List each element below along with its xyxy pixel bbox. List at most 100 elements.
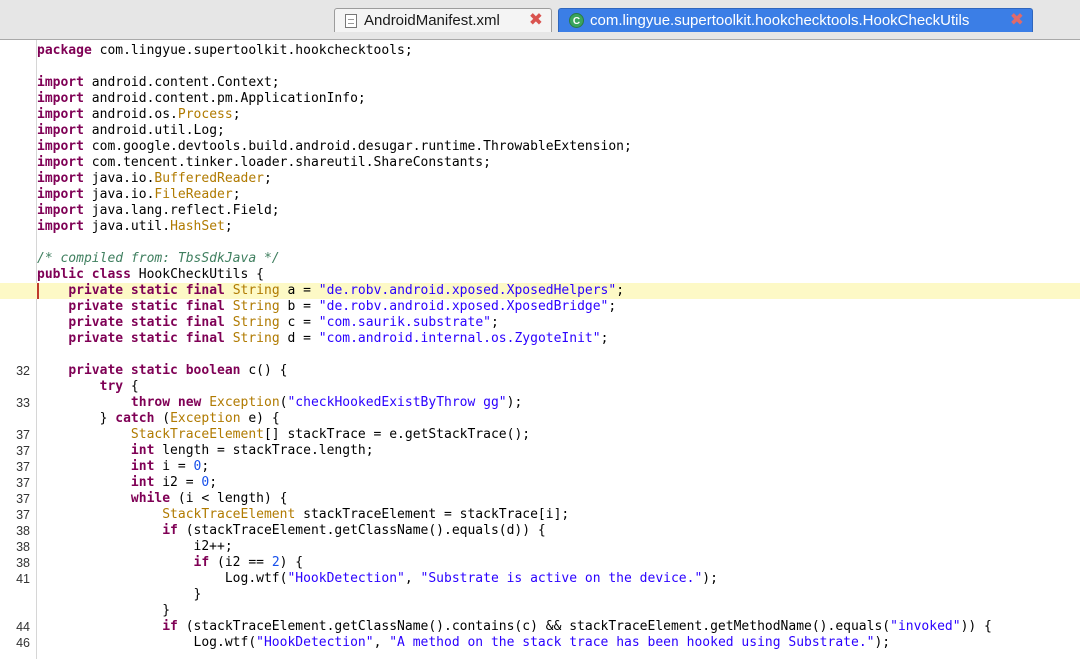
code-line[interactable]: 38 if (i2 == 2) { <box>0 555 1080 571</box>
code-line[interactable]: 44 if (stackTraceElement.getClassName().… <box>0 619 1080 635</box>
code-token: String <box>232 331 280 346</box>
code-line[interactable]: private static final String b = "de.robv… <box>0 299 1080 315</box>
code-text: import java.lang.reflect.Field; <box>37 203 280 219</box>
code-line[interactable] <box>0 235 1080 251</box>
code-token: "invoked" <box>890 619 961 634</box>
code-token: i2 = <box>154 475 202 490</box>
close-tab-icon[interactable]: ✖ <box>1010 12 1024 29</box>
tab-android-manifest[interactable]: AndroidManifest.xml ✖ <box>334 8 552 32</box>
line-number: 38 <box>16 540 30 554</box>
code-text: private static final String d = "com.and… <box>37 331 608 347</box>
code-line[interactable]: 46 Log.wtf("HookDetection", "A method on… <box>0 635 1080 651</box>
code-editor[interactable]: package com.lingyue.supertoolkit.hookche… <box>0 40 1080 659</box>
code-line[interactable]: } <box>0 587 1080 603</box>
code-token: int <box>130 475 155 490</box>
code-text: int i = 0; <box>37 459 209 475</box>
code-line[interactable]: import java.io.BufferedReader; <box>0 171 1080 187</box>
code-token: private static boolean <box>68 363 241 378</box>
code-token: , <box>404 571 421 586</box>
code-line[interactable]: 37 StackTraceElement stackTraceElement =… <box>0 507 1080 523</box>
code-line[interactable]: import android.content.Context; <box>0 75 1080 91</box>
code-line[interactable]: import java.io.FileReader; <box>0 187 1080 203</box>
code-line[interactable]: 38 if (stackTraceElement.getClassName().… <box>0 523 1080 539</box>
code-line[interactable]: 38 i2++; <box>0 539 1080 555</box>
code-token: c = <box>279 315 319 330</box>
code-line[interactable]: private static final String d = "com.and… <box>0 331 1080 347</box>
code-line[interactable]: 37 while (i < length) { <box>0 491 1080 507</box>
code-text: Log.wtf("HookDetection", "Substrate is a… <box>37 571 718 587</box>
code-text: try { <box>37 379 139 395</box>
code-line[interactable]: } <box>0 603 1080 619</box>
line-number: 46 <box>16 636 30 650</box>
code-text: throw new Exception("checkHookedExistByT… <box>37 395 522 411</box>
code-token: ; <box>232 107 241 122</box>
code-line[interactable]: import java.util.HashSet; <box>0 219 1080 235</box>
code-token: import <box>37 139 84 154</box>
code-line[interactable]: 37 int length = stackTrace.length; <box>0 443 1080 459</box>
code-token: "com.android.internal.os.ZygoteInit" <box>318 331 601 346</box>
code-line[interactable]: import com.tencent.tinker.loader.shareut… <box>0 155 1080 171</box>
code-token: ; <box>201 459 210 474</box>
code-line[interactable]: /* compiled from: TbsSdkJava */ <box>0 251 1080 267</box>
code-token: "com.saurik.substrate" <box>318 315 491 330</box>
code-token: b = <box>279 299 319 314</box>
close-tab-icon[interactable]: ✖ <box>529 12 543 29</box>
code-token: ; <box>232 187 241 202</box>
code-line[interactable]: import java.lang.reflect.Field; <box>0 203 1080 219</box>
code-token: String <box>232 315 280 330</box>
code-line[interactable]: import com.google.devtools.build.android… <box>0 139 1080 155</box>
code-text: i2++; <box>37 539 233 555</box>
line-number: 37 <box>16 476 30 490</box>
code-line[interactable]: public class HookCheckUtils { <box>0 267 1080 283</box>
code-line[interactable]: 33 throw new Exception("checkHookedExist… <box>0 395 1080 411</box>
code-line[interactable]: 37 int i2 = 0; <box>0 475 1080 491</box>
text-cursor <box>37 283 39 299</box>
class-c-icon: C <box>569 13 584 28</box>
code-text: private static final String b = "de.robv… <box>37 299 616 315</box>
code-token: import <box>37 75 84 90</box>
code-line[interactable]: import android.os.Process; <box>0 107 1080 123</box>
tab-hook-check-utils[interactable]: C com.lingyue.supertoolkit.hookchecktool… <box>558 8 1033 32</box>
code-line[interactable]: package com.lingyue.supertoolkit.hookche… <box>0 43 1080 59</box>
xml-file-icon <box>345 13 357 28</box>
code-token: android.util.Log; <box>83 123 225 138</box>
code-line[interactable] <box>0 59 1080 75</box>
code-text: import android.content.pm.ApplicationInf… <box>37 91 366 107</box>
code-token: "HookDetection" <box>287 571 405 586</box>
code-token: if <box>193 555 210 570</box>
code-line[interactable]: private static final String a = "de.robv… <box>0 283 1080 299</box>
code-line[interactable]: import android.util.Log; <box>0 123 1080 139</box>
tab-label: AndroidManifest.xml <box>364 12 500 29</box>
code-line[interactable]: private static final String c = "com.sau… <box>0 315 1080 331</box>
code-text: public class HookCheckUtils { <box>37 267 264 283</box>
code-token: throw new <box>130 395 202 410</box>
code-text: /* compiled from: TbsSdkJava */ <box>37 251 280 267</box>
code-line[interactable]: 41 Log.wtf("HookDetection", "Substrate i… <box>0 571 1080 587</box>
line-number: 32 <box>16 364 30 378</box>
code-token: ; <box>264 171 272 186</box>
code-token: int <box>130 459 155 474</box>
code-text: import android.util.Log; <box>37 123 225 139</box>
code-token: HookCheckUtils { <box>130 267 264 282</box>
code-line[interactable]: 32 private static boolean c() { <box>0 363 1080 379</box>
code-token: StackTraceElement <box>162 507 296 522</box>
code-line[interactable]: 37 StackTraceElement[] stackTrace = e.ge… <box>0 427 1080 443</box>
code-line[interactable]: 37 int i = 0; <box>0 459 1080 475</box>
code-line[interactable]: try { <box>0 379 1080 395</box>
line-number: 44 <box>16 620 30 634</box>
code-token: while <box>130 491 171 506</box>
code-token: )) { <box>960 619 992 634</box>
code-line[interactable]: import android.content.pm.ApplicationInf… <box>0 91 1080 107</box>
tab-label: com.lingyue.supertoolkit.hookchecktools.… <box>590 12 970 29</box>
code-text: if (stackTraceElement.getClassName().con… <box>37 619 992 635</box>
code-line[interactable] <box>0 347 1080 363</box>
code-token: private static final <box>68 283 225 298</box>
code-line[interactable]: } catch (Exception e) { <box>0 411 1080 427</box>
code-text: } <box>37 587 202 603</box>
code-text: package com.lingyue.supertoolkit.hookche… <box>37 43 413 59</box>
